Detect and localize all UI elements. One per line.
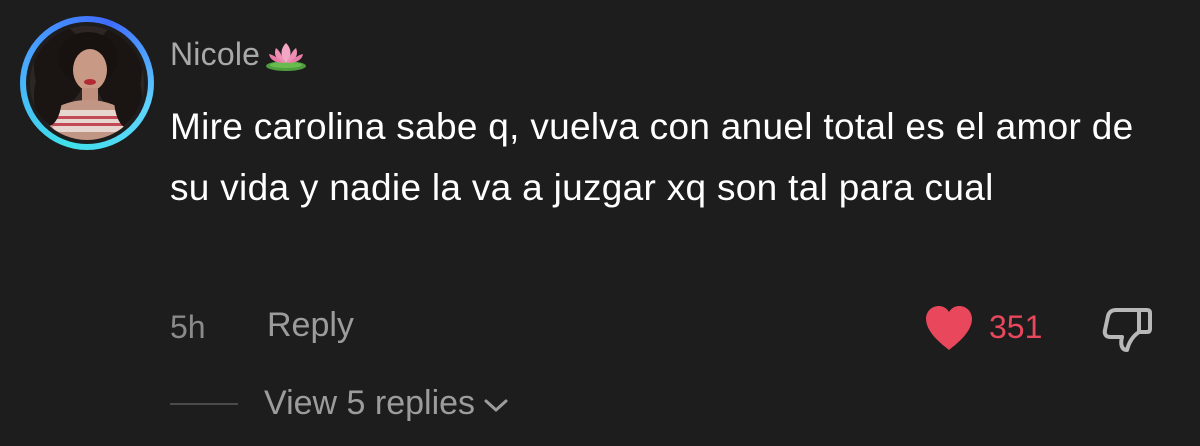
heart-icon (926, 306, 972, 350)
avatar-frame (26, 22, 148, 144)
avatar-story-ring[interactable] (20, 16, 154, 150)
like-button[interactable] (923, 304, 975, 352)
dislike-button[interactable] (1101, 304, 1155, 354)
view-replies-label: View 5 replies (264, 384, 476, 422)
comment-text: Mire carolina sabe q, vuelva con anuel t… (170, 106, 1134, 208)
avatar[interactable] (30, 26, 144, 140)
thumbs-down-icon (1102, 308, 1152, 352)
avatar-image (30, 26, 144, 140)
username-row: Nicole (170, 34, 309, 74)
like-count: 351 (989, 309, 1043, 345)
lotus-icon (266, 43, 307, 71)
username[interactable]: Nicole (170, 36, 260, 73)
comment-timestamp: 5h (170, 309, 206, 345)
chevron-down-icon (484, 399, 508, 411)
view-replies-button[interactable]: View 5 replies (264, 384, 509, 423)
replies-divider (170, 403, 238, 405)
reply-button[interactable]: Reply (267, 306, 354, 345)
